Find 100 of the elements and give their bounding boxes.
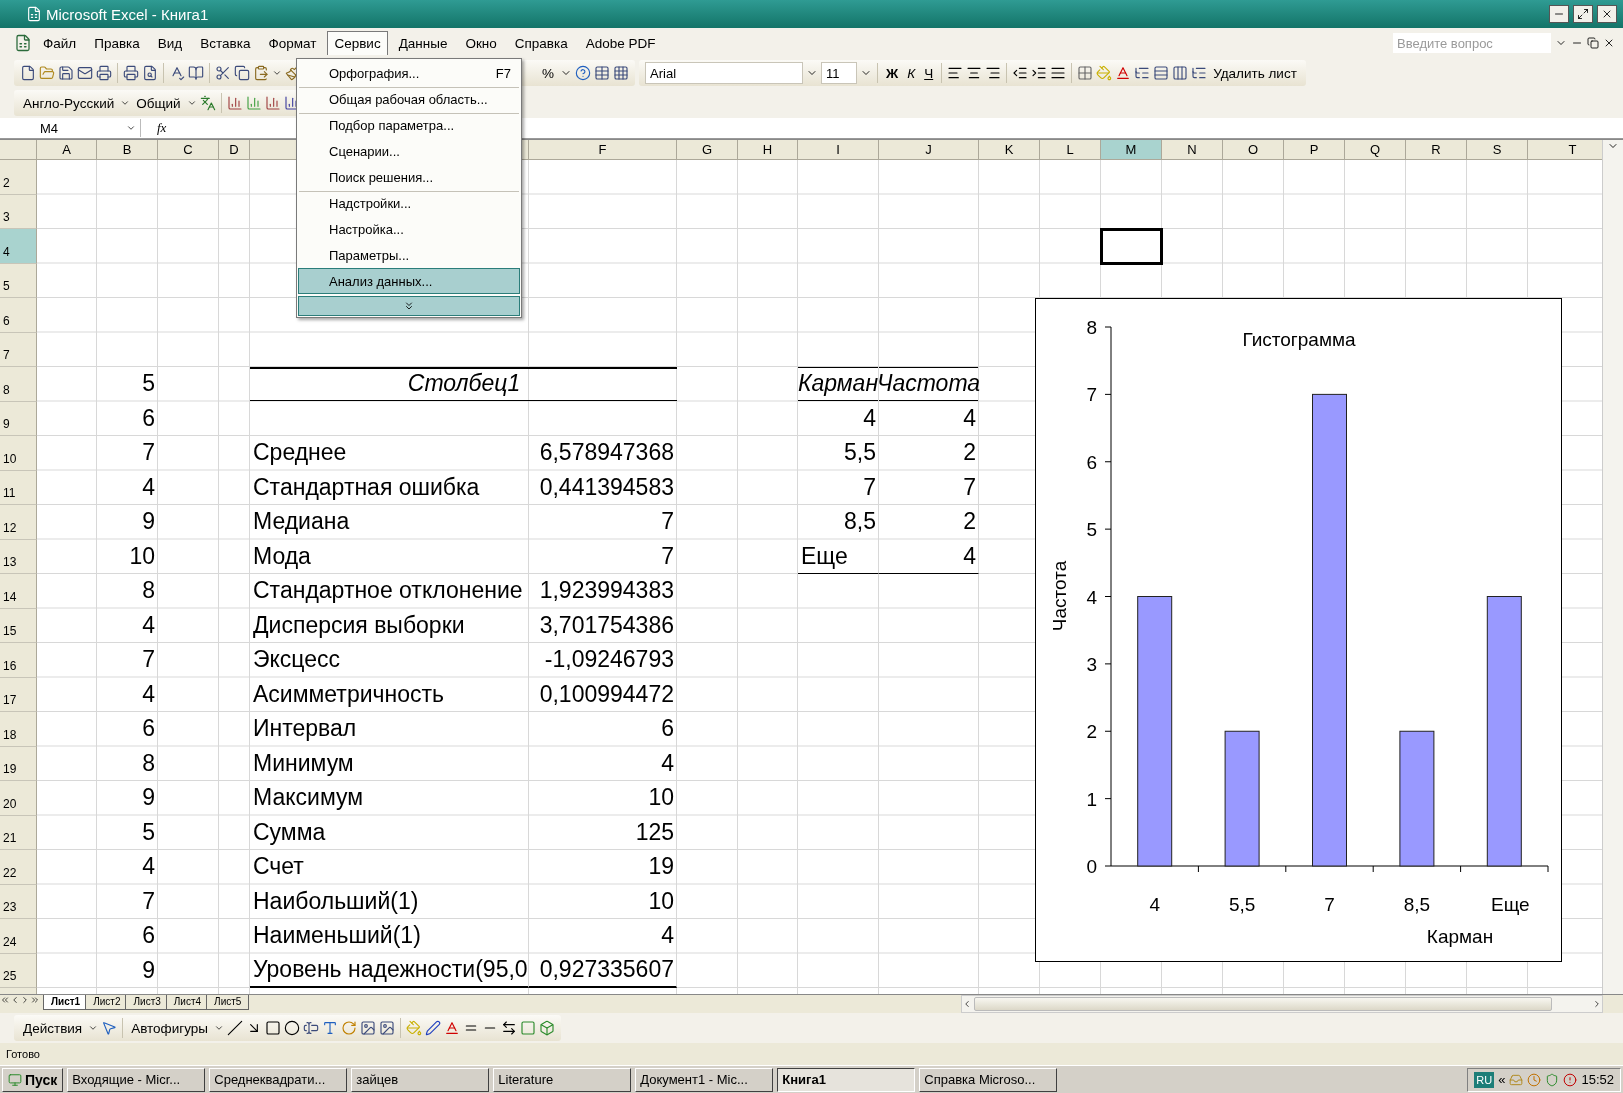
table-cell[interactable]: 4	[97, 470, 158, 505]
menu-item[interactable]: Формат	[261, 30, 324, 56]
spell-check-icon[interactable]	[169, 65, 185, 81]
table-cell[interactable]: 9	[97, 953, 158, 988]
translate-icon[interactable]	[199, 95, 216, 111]
dictionary-dropdown[interactable]: Англо-Русский	[20, 93, 118, 113]
menu-item[interactable]: Параметры...	[298, 242, 520, 268]
row-header[interactable]: 20	[0, 781, 37, 816]
clip-art-icon[interactable]	[359, 1020, 376, 1036]
table-cell[interactable]: 3,701754386	[529, 608, 677, 643]
row-header[interactable]: 11	[0, 470, 37, 505]
font-field[interactable]: Arial	[645, 62, 803, 84]
row-header[interactable]: 10	[0, 436, 37, 471]
picture-icon[interactable]	[378, 1020, 395, 1036]
menu-item[interactable]: Поиск решения...	[298, 164, 520, 190]
row-header[interactable]: 19	[0, 746, 37, 781]
column-header[interactable]: P	[1284, 140, 1345, 160]
table-cell[interactable]: 4	[529, 919, 677, 954]
column-header[interactable]: N	[1162, 140, 1223, 160]
format-button[interactable]: К	[904, 63, 919, 83]
column-header[interactable]: O	[1223, 140, 1284, 160]
row-header[interactable]: 9	[0, 401, 37, 436]
table-cell[interactable]: 7	[798, 470, 879, 505]
menu-item[interactable]: Сценарии...	[298, 138, 520, 164]
table-cell[interactable]: 1,923994383	[529, 574, 677, 609]
column-header[interactable]: H	[738, 140, 798, 160]
copy-icon[interactable]	[234, 65, 250, 81]
table-cell[interactable]: 7	[97, 643, 158, 678]
taskbar-button[interactable]: зайцев	[351, 1067, 490, 1092]
table-cell[interactable]: 4	[529, 746, 677, 781]
row-header[interactable]: 13	[0, 539, 37, 574]
table-cell[interactable]: Стандартное отклонение	[250, 574, 529, 609]
font-size-field[interactable]: 11	[821, 62, 857, 84]
table-cell[interactable]: 6	[97, 401, 158, 436]
dropdown-icon[interactable]	[213, 1023, 224, 1033]
line-icon[interactable]	[226, 1020, 243, 1036]
row-header[interactable]: 25	[0, 953, 37, 988]
table-cell[interactable]: 7	[529, 539, 677, 574]
actions-dropdown[interactable]: Действия	[20, 1018, 86, 1038]
format-button[interactable]: Ч	[921, 63, 937, 83]
zoom-value[interactable]: %	[539, 63, 557, 83]
table-cell[interactable]: 8	[97, 746, 158, 781]
previous-sheet-icon[interactable]	[10, 995, 20, 1005]
table-cell[interactable]: 19	[529, 850, 677, 885]
table-cell[interactable]: -1,09246793	[529, 643, 677, 678]
taskbar-button[interactable]: Книга1	[777, 1067, 916, 1092]
column-header[interactable]: T	[1528, 140, 1602, 160]
borders-icon[interactable]	[1077, 65, 1094, 81]
pointer-icon[interactable]	[101, 1020, 118, 1036]
table-cell[interactable]: Наименьший(1)	[250, 919, 529, 954]
columns-icon[interactable]	[1172, 65, 1189, 81]
table-cell[interactable]: 2	[879, 436, 979, 471]
table-cell[interactable]: Стандартная ошибка	[250, 470, 529, 505]
outline-icon[interactable]	[1191, 65, 1208, 81]
table-cell[interactable]: Дисперсия выборки	[250, 608, 529, 643]
table-cell[interactable]: 7	[97, 884, 158, 919]
maximize-icon[interactable]	[1577, 8, 1589, 20]
row-header[interactable]: 23	[0, 884, 37, 919]
taskbar-button[interactable]: Документ1 - Mic...	[635, 1067, 774, 1092]
ellipse-icon[interactable]	[283, 1020, 300, 1036]
table-cell[interactable]: 4	[879, 539, 979, 574]
table-cell[interactable]: Карман	[798, 367, 879, 402]
fill-color-icon[interactable]	[405, 1020, 422, 1036]
table-cell[interactable]: 9	[97, 781, 158, 816]
taskbar-button[interactable]: Среднеквадрати...	[209, 1067, 348, 1092]
text-box-icon[interactable]	[302, 1020, 319, 1036]
table-cell[interactable]: 6	[97, 919, 158, 954]
table-cell[interactable]: Уровень надежности(95,0	[250, 953, 529, 988]
help-search-field[interactable]: Введите вопрос	[1393, 33, 1551, 53]
column-header[interactable]: L	[1040, 140, 1101, 160]
table-cell[interactable]: Еще	[798, 539, 879, 574]
table-cell[interactable]: Интервал	[250, 712, 529, 747]
taskbar-button[interactable]: Входящие - Micr...	[67, 1067, 206, 1092]
table-cell[interactable]: 10	[529, 781, 677, 816]
row-header[interactable]: 5	[0, 263, 37, 298]
table-cell[interactable]: Наибольший(1)	[250, 884, 529, 919]
column-header[interactable]: C	[158, 140, 219, 160]
paste-icon[interactable]	[253, 65, 269, 81]
align-center-icon[interactable]	[966, 65, 983, 81]
3d-icon[interactable]	[538, 1020, 555, 1036]
workbook-icon[interactable]	[14, 34, 32, 52]
outline-icon[interactable]	[1134, 65, 1151, 81]
table-icon[interactable]	[594, 65, 610, 81]
print-preview-icon[interactable]	[142, 65, 158, 81]
menu-item[interactable]: Вид	[150, 30, 190, 56]
table-cell[interactable]: 6	[97, 712, 158, 747]
dropdown-icon[interactable]	[186, 98, 197, 108]
menu-item[interactable]: Анализ данных...	[298, 268, 520, 294]
indent-decrease-icon[interactable]	[1012, 65, 1029, 81]
table-cell[interactable]: 7	[529, 505, 677, 540]
menu-item[interactable]: Adobe PDF	[578, 30, 663, 56]
table-cell[interactable]: 9	[97, 505, 158, 540]
table-cell[interactable]: 4	[879, 401, 979, 436]
column-header[interactable]: D	[219, 140, 250, 160]
language-indicator[interactable]: RU	[1474, 1071, 1495, 1088]
menu-item[interactable]: Данные	[391, 30, 455, 56]
grid-icon[interactable]	[613, 65, 629, 81]
row-header[interactable]: 14	[0, 574, 37, 609]
printer-icon[interactable]	[96, 65, 112, 81]
row-header[interactable]: 18	[0, 712, 37, 747]
